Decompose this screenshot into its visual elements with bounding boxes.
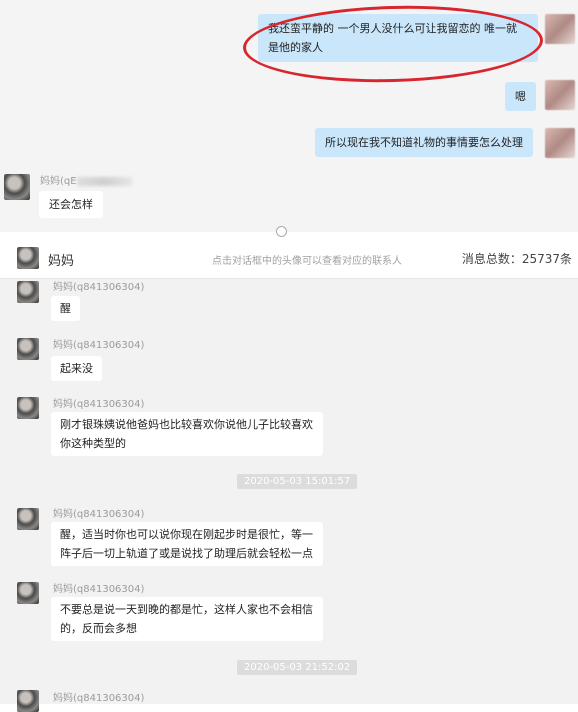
message-text: 还会怎样	[49, 198, 93, 211]
timestamp: 2020-05-03 15:01:57	[237, 474, 358, 489]
received-message-bubble[interactable]: 醒，适当时你也可以说你现在刚起步时是很忙，等一 阵子后一切上轨道了或是说找了助理…	[51, 522, 323, 566]
received-message-bubble[interactable]: 起来没	[51, 356, 102, 381]
timestamp: 2020-05-03 21:52:02	[237, 660, 358, 675]
avatar[interactable]	[17, 508, 39, 530]
chat-header: 妈妈 点击对话框中的头像可以查看对应的联系人 消息总数：25737条	[0, 238, 578, 279]
avatar[interactable]	[17, 338, 39, 360]
message-text: 所以现在我不知道礼物的事情要怎么处理	[325, 136, 523, 149]
contact-name: 妈妈	[48, 254, 75, 269]
message-text-line: 醒，适当时你也可以说你现在刚起步时是很忙，等一	[60, 528, 313, 541]
message-text-line: 刚才银珠姨说他爸妈也比较喜欢你说他儿子比较喜欢	[60, 418, 313, 431]
avatar[interactable]	[17, 582, 39, 604]
received-message-bubble[interactable]: 醒	[51, 296, 80, 321]
message-text-line: 你这种类型的	[60, 437, 126, 450]
sender-name: 妈妈(q841306304)	[53, 340, 145, 351]
header-hint: 点击对话框中的头像可以查看对应的联系人	[212, 256, 402, 267]
chat-screenshot-top: 我还蛮平静的 一个男人没什么可让我留恋的 唯一就 是他的家人 嗯 所以现在我不知…	[0, 0, 578, 237]
received-message-bubble[interactable]: 还会怎样	[39, 191, 103, 218]
sent-message-bubble[interactable]: 所以现在我不知道礼物的事情要怎么处理	[315, 128, 533, 157]
sender-name: 妈妈(q841306304)	[53, 584, 145, 595]
sender-name: 妈妈(q841306304)	[53, 509, 145, 520]
message-text: 起来没	[60, 362, 93, 375]
message-text-line: 阵子后一切上轨道了或是说找了助理后就会轻松一点	[60, 547, 313, 560]
message-text: 嗯	[515, 90, 526, 103]
message-text-line: 不要总是说一天到晚的都是忙，这样人家也不会相信	[60, 603, 313, 616]
sender-name: 妈妈(qE	[40, 172, 132, 187]
sender-name: 妈妈(q841306304)	[53, 282, 145, 293]
avatar[interactable]	[545, 80, 575, 110]
scroll-indicator[interactable]	[276, 226, 287, 237]
blurred-id	[76, 176, 132, 186]
avatar[interactable]	[545, 14, 575, 44]
message-total: 消息总数：25737条	[461, 252, 572, 266]
chat-history-panel: 妈妈 点击对话框中的头像可以查看对应的联系人 消息总数：25737条 妈妈(q8…	[0, 238, 578, 712]
contact-avatar[interactable]	[17, 247, 39, 269]
received-message-bubble[interactable]: 刚才银珠姨说他爸妈也比较喜欢你说他儿子比较喜欢 你这种类型的	[51, 412, 323, 456]
avatar[interactable]	[17, 397, 39, 419]
sender-name: 妈妈(q841306304)	[53, 693, 145, 704]
avatar[interactable]	[545, 128, 575, 158]
sender-name: 妈妈(q841306304)	[53, 399, 145, 410]
received-message-bubble[interactable]: 不要总是说一天到晚的都是忙，这样人家也不会相信 的，反而会多想	[51, 597, 323, 641]
message-text: 醒	[60, 302, 71, 315]
sent-message-bubble[interactable]: 嗯	[505, 82, 536, 111]
avatar[interactable]	[17, 690, 39, 712]
message-text-line: 的，反而会多想	[60, 622, 137, 635]
avatar[interactable]	[4, 174, 30, 200]
avatar[interactable]	[17, 281, 39, 303]
